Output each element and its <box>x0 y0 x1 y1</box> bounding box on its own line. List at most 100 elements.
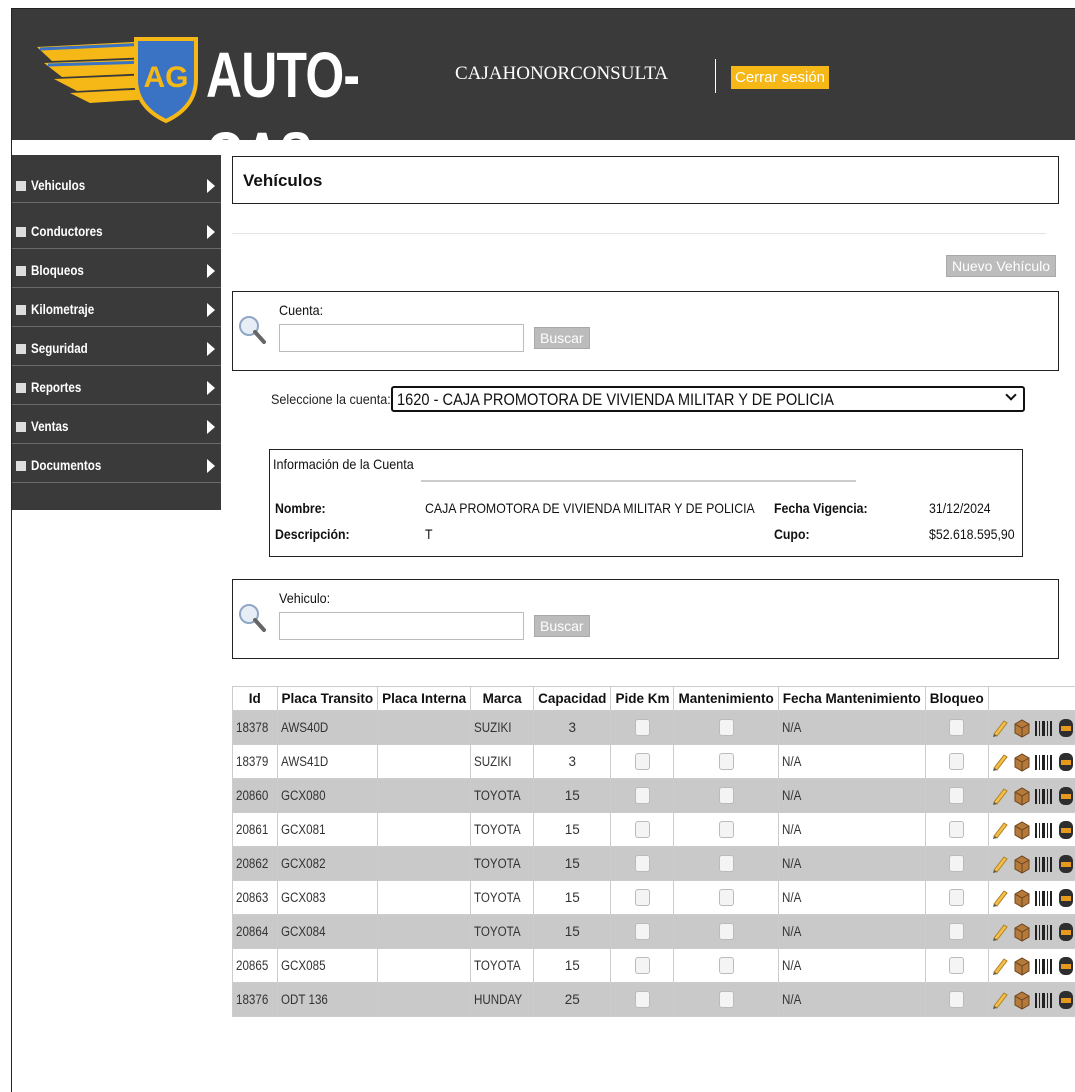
stop-light-icon[interactable] <box>1057 718 1075 738</box>
edit-icon[interactable] <box>992 786 1010 806</box>
table-row[interactable]: 20865 GCX085 TOYOTA 15 N/A <box>232 948 1075 983</box>
account-search-button[interactable]: Buscar <box>534 327 590 349</box>
sidebar-item-seguridad[interactable]: Seguridad <box>12 332 221 366</box>
mantenimiento-checkbox[interactable] <box>718 719 734 736</box>
col-header-marca[interactable]: Marca <box>470 686 535 711</box>
pide-km-checkbox[interactable] <box>634 787 650 804</box>
pide-km-checkbox[interactable] <box>634 889 650 906</box>
package-icon[interactable] <box>1013 854 1031 874</box>
mantenimiento-checkbox[interactable] <box>718 821 734 838</box>
pide-km-checkbox[interactable] <box>634 991 650 1008</box>
barcode-icon[interactable] <box>1034 888 1054 908</box>
bloqueo-checkbox[interactable] <box>949 787 965 804</box>
mantenimiento-checkbox[interactable] <box>718 889 734 906</box>
edit-icon[interactable] <box>992 752 1010 772</box>
stop-light-icon[interactable] <box>1057 786 1075 806</box>
vehicle-search-input[interactable] <box>279 612 524 640</box>
table-row[interactable]: 20860 GCX080 TOYOTA 15 N/A <box>232 778 1075 813</box>
bloqueo-checkbox[interactable] <box>949 719 965 736</box>
barcode-icon[interactable] <box>1034 990 1054 1010</box>
cell-mantenimiento <box>673 812 779 847</box>
table-row[interactable]: 20864 GCX084 TOYOTA 15 N/A <box>232 914 1075 949</box>
package-icon[interactable] <box>1013 820 1031 840</box>
sidebar-item-vehiculos[interactable]: Vehiculos <box>12 169 221 203</box>
col-header-placa-transito[interactable]: Placa Transito <box>276 686 379 711</box>
pide-km-checkbox[interactable] <box>634 821 650 838</box>
stop-light-icon[interactable] <box>1057 888 1075 908</box>
edit-icon[interactable] <box>992 922 1010 942</box>
mantenimiento-checkbox[interactable] <box>718 855 734 872</box>
cell-id: 20862 <box>232 846 278 881</box>
table-row[interactable]: 18376 ODT 136 HUNDAY 25 N/A <box>232 982 1075 1017</box>
col-header-id[interactable]: Id <box>232 686 278 711</box>
pide-km-checkbox[interactable] <box>634 855 650 872</box>
bloqueo-checkbox[interactable] <box>949 753 965 770</box>
sidebar-item-reportes[interactable]: Reportes <box>12 371 221 405</box>
mantenimiento-checkbox[interactable] <box>718 957 734 974</box>
col-header-fecha-mantenimiento[interactable]: Fecha Mantenimiento <box>777 686 926 711</box>
vehicle-search-button[interactable]: Buscar <box>534 615 590 637</box>
stop-light-icon[interactable] <box>1057 990 1075 1010</box>
new-vehicle-button[interactable]: Nuevo Vehículo <box>946 255 1057 277</box>
mantenimiento-checkbox[interactable] <box>718 753 734 770</box>
pide-km-checkbox[interactable] <box>634 957 650 974</box>
bloqueo-checkbox[interactable] <box>949 923 965 940</box>
barcode-icon[interactable] <box>1034 752 1054 772</box>
stop-light-icon[interactable] <box>1057 854 1075 874</box>
edit-icon[interactable] <box>992 956 1010 976</box>
cell-capacidad: 3 <box>533 710 612 745</box>
pide-km-checkbox[interactable] <box>634 719 650 736</box>
package-icon[interactable] <box>1013 956 1031 976</box>
edit-icon[interactable] <box>992 820 1010 840</box>
col-header-capacidad[interactable]: Capacidad <box>533 686 612 711</box>
edit-icon[interactable] <box>992 718 1010 738</box>
barcode-icon[interactable] <box>1034 854 1054 874</box>
package-icon[interactable] <box>1013 888 1031 908</box>
bloqueo-checkbox[interactable] <box>949 957 965 974</box>
table-row[interactable]: 20861 GCX081 TOYOTA 15 N/A <box>232 812 1075 847</box>
col-header-placa-interna[interactable]: Placa Interna <box>377 686 472 711</box>
bloqueo-checkbox[interactable] <box>949 889 965 906</box>
col-header-bloqueo[interactable]: Bloqueo <box>924 686 989 711</box>
barcode-icon[interactable] <box>1034 922 1054 942</box>
stop-light-icon[interactable] <box>1057 820 1075 840</box>
mantenimiento-checkbox[interactable] <box>718 787 734 804</box>
package-icon[interactable] <box>1013 786 1031 806</box>
table-row[interactable]: 18378 AWS40D SUZIKI 3 N/A <box>232 710 1075 745</box>
bloqueo-checkbox[interactable] <box>949 855 965 872</box>
col-header-pide-km[interactable]: Pide Km <box>610 686 675 711</box>
mantenimiento-checkbox[interactable] <box>718 923 734 940</box>
edit-icon[interactable] <box>992 888 1010 908</box>
bloqueo-checkbox[interactable] <box>949 821 965 838</box>
pide-km-checkbox[interactable] <box>634 923 650 940</box>
edit-icon[interactable] <box>992 854 1010 874</box>
logout-button[interactable]: Cerrar sesión <box>731 66 830 89</box>
mantenimiento-checkbox[interactable] <box>718 991 734 1008</box>
package-icon[interactable] <box>1013 752 1031 772</box>
table-row[interactable]: 18379 AWS41D SUZIKI 3 N/A <box>232 744 1075 779</box>
package-icon[interactable] <box>1013 990 1031 1010</box>
sidebar-item-ventas[interactable]: Ventas <box>12 410 221 444</box>
table-row[interactable]: 20863 GCX083 TOYOTA 15 N/A <box>232 880 1075 915</box>
stop-light-icon[interactable] <box>1057 752 1075 772</box>
sidebar-item-conductores[interactable]: Conductores <box>12 215 221 249</box>
pide-km-checkbox[interactable] <box>634 753 650 770</box>
sidebar-item-bloqueos[interactable]: Bloqueos <box>12 254 221 288</box>
sidebar-item-kilometraje[interactable]: Kilometraje <box>12 293 221 327</box>
col-header-mantenimiento[interactable]: Mantenimiento <box>673 686 779 711</box>
edit-icon[interactable] <box>992 990 1010 1010</box>
account-search-input[interactable] <box>279 324 524 352</box>
bloqueo-checkbox[interactable] <box>949 991 965 1008</box>
barcode-icon[interactable] <box>1034 956 1054 976</box>
stop-light-icon[interactable] <box>1057 956 1075 976</box>
package-icon[interactable] <box>1013 718 1031 738</box>
auto-gas-logo[interactable]: AG AUTO-GAS <box>32 27 382 191</box>
sidebar-item-documentos[interactable]: Documentos <box>12 449 221 483</box>
barcode-icon[interactable] <box>1034 786 1054 806</box>
stop-light-icon[interactable] <box>1057 922 1075 942</box>
barcode-icon[interactable] <box>1034 718 1054 738</box>
account-select[interactable]: 1620 - CAJA PROMOTORA DE VIVIENDA MILITA… <box>391 386 1025 412</box>
table-row[interactable]: 20862 GCX082 TOYOTA 15 N/A <box>232 846 1075 881</box>
package-icon[interactable] <box>1013 922 1031 942</box>
barcode-icon[interactable] <box>1034 820 1054 840</box>
